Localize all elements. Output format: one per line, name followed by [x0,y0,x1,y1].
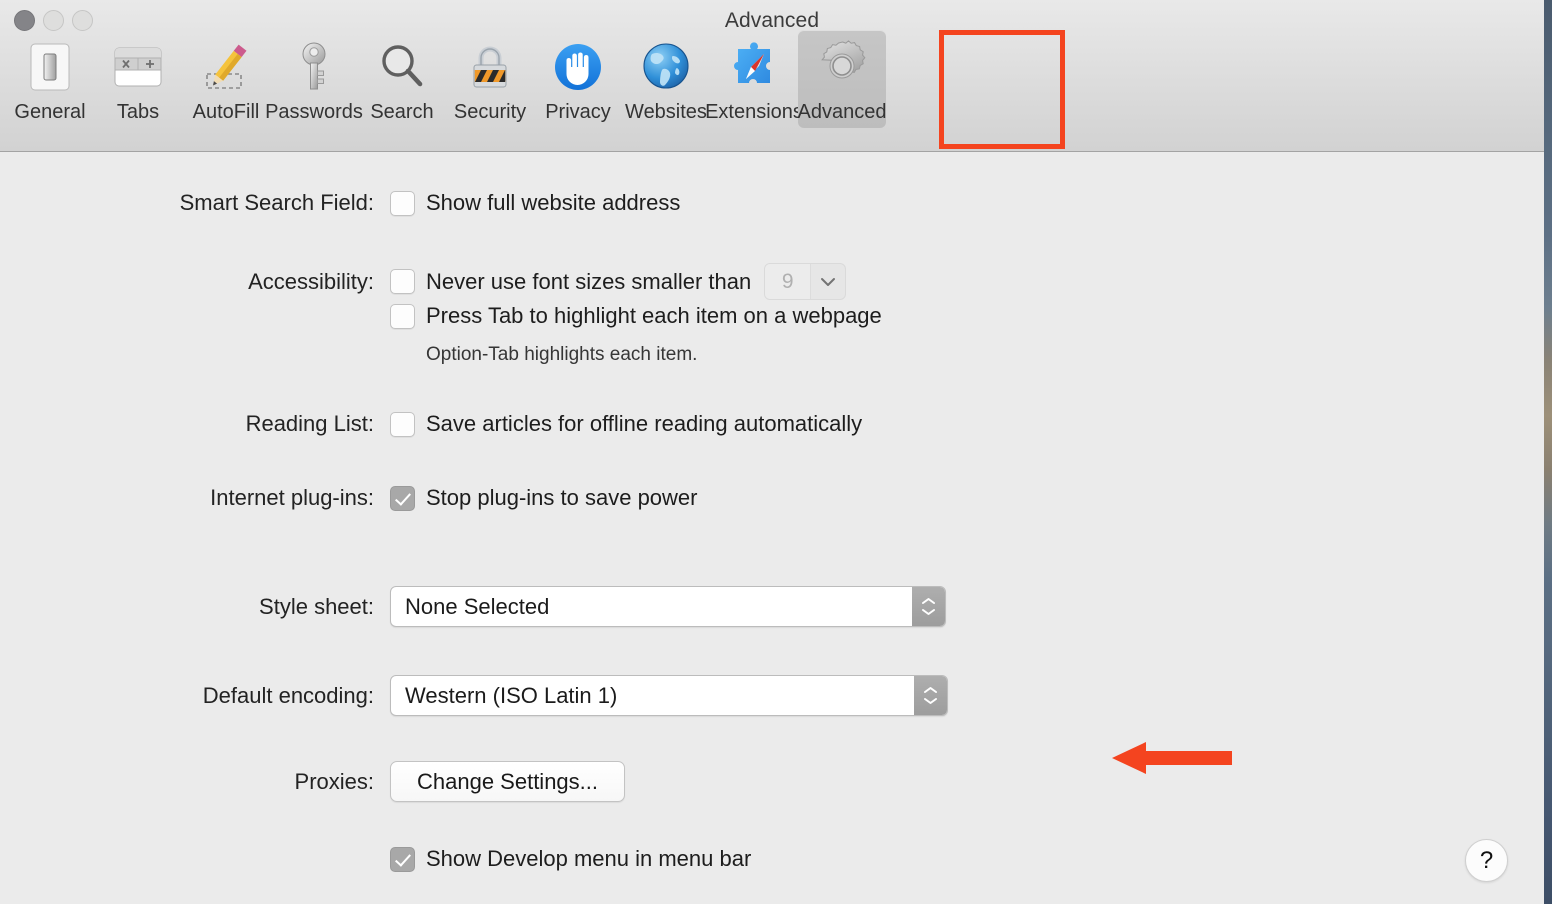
toolbar-label-advanced: Advanced [797,101,887,123]
default-encoding-popup[interactable]: Western (ISO Latin 1) [390,675,948,716]
checkbox-press-tab-to-highlight[interactable] [390,303,415,329]
row-develop-menu: Show Develop menu in menu bar [0,846,751,872]
security-padlock-icon [459,36,521,98]
row-default-encoding: Default encoding: Western (ISO Latin 1) [0,675,948,716]
label-stop-plugins-to-save-power: Stop plug-ins to save power [426,485,698,510]
style-sheet-stepper[interactable] [912,587,945,626]
toolbar-item-tabs[interactable]: Tabs [94,30,182,128]
toolbar-item-autofill[interactable]: AutoFill [182,30,270,128]
safari-preferences-window: Advanced General Tabs AutoFill Passwords… [0,0,1544,904]
row-proxies: Proxies: Change Settings... [0,761,626,802]
toolbar-label-websites: Websites [625,101,707,123]
row-accessibility: Accessibility: Never use font sizes smal… [0,263,847,300]
style-sheet-popup[interactable]: None Selected [390,586,946,627]
toolbar-item-general[interactable]: General [6,30,94,128]
toolbar-label-security: Security [453,101,527,123]
checkbox-never-use-font-sizes-smaller-than[interactable] [390,269,415,294]
label-show-full-website-address: Show full website address [426,190,681,215]
label-press-tab-to-highlight: Press Tab to highlight each item on a we… [426,303,882,328]
help-button[interactable]: ? [1465,839,1508,882]
general-switch-icon [19,36,81,98]
row-smart-search-field: Smart Search Field: Show full website ad… [0,190,680,216]
checkbox-save-articles-offline[interactable] [390,411,415,437]
toolbar-label-general: General [14,101,86,123]
tabs-window-icon [107,36,169,98]
toolbar-label-search: Search [370,101,434,123]
toolbar-label-autofill: AutoFill [192,101,260,123]
toolbar-label-extensions: Extensions [705,101,803,123]
change-settings-button[interactable]: Change Settings... [390,761,626,802]
toolbar-item-extensions[interactable]: Extensions [705,30,803,128]
toolbar-item-advanced[interactable]: Advanced [798,30,886,128]
label-smart-search-field: Smart Search Field: [179,190,374,215]
toolbar-label-tabs: Tabs [116,101,160,123]
min-font-size-value: 9 [765,264,812,299]
label-never-use-font-sizes-smaller-than: Never use font sizes smaller than [426,268,752,294]
websites-globe-icon [635,36,697,98]
label-default-encoding: Default encoding: [202,682,374,708]
toolbar-label-passwords: Passwords [265,101,363,123]
label-accessibility: Accessibility: [248,268,374,294]
label-save-articles-offline: Save articles for offline reading automa… [426,411,863,436]
advanced-gear-icon [811,36,873,98]
toolbar-item-search[interactable]: Search [358,30,446,128]
min-font-size-popup[interactable]: 9 [764,263,847,300]
toolbar-item-websites[interactable]: Websites [622,30,710,128]
row-internet-plugins: Internet plug-ins: Stop plug-ins to save… [0,485,698,511]
label-style-sheet: Style sheet: [259,593,374,619]
label-show-develop-menu: Show Develop menu in menu bar [426,846,752,871]
preferences-toolbar: General Tabs AutoFill Passwords Search S… [6,30,886,128]
annotation-arrow-style-sheet [1112,742,1232,774]
toolbar-label-privacy: Privacy [545,101,611,123]
toolbar-item-privacy[interactable]: Privacy [534,30,622,128]
row-accessibility-hint: Option-Tab highlights each item. [0,344,697,366]
extensions-puzzle-icon [723,36,785,98]
desktop-wallpaper-strip [1544,0,1552,904]
chevron-down-icon [811,264,845,299]
search-magnifier-icon [371,36,433,98]
checkbox-show-full-website-address[interactable] [390,190,415,216]
row-style-sheet: Style sheet: None Selected [0,586,946,627]
label-reading-list: Reading List: [245,411,374,436]
style-sheet-value: None Selected [405,593,550,619]
row-press-tab: Press Tab to highlight each item on a we… [0,303,882,329]
passwords-key-icon [283,36,345,98]
label-internet-plugins: Internet plug-ins: [210,485,374,510]
toolbar-item-security[interactable]: Security [446,30,534,128]
toolbar-item-passwords[interactable]: Passwords [265,30,363,128]
hint-option-tab: Option-Tab highlights each item. [426,344,698,365]
advanced-preferences-pane: Smart Search Field: Show full website ad… [0,152,1544,904]
privacy-hand-icon [547,36,609,98]
window-titlebar-toolbar: Advanced General Tabs AutoFill Passwords… [0,0,1544,152]
default-encoding-value: Western (ISO Latin 1) [405,682,618,708]
annotation-highlight-box-advanced [939,30,1065,149]
autofill-pencil-icon [195,36,257,98]
default-encoding-stepper[interactable] [914,676,947,715]
label-proxies: Proxies: [294,768,374,794]
checkbox-show-develop-menu[interactable] [390,846,415,872]
checkbox-stop-plugins-to-save-power[interactable] [390,485,415,511]
row-reading-list: Reading List: Save articles for offline … [0,411,862,437]
